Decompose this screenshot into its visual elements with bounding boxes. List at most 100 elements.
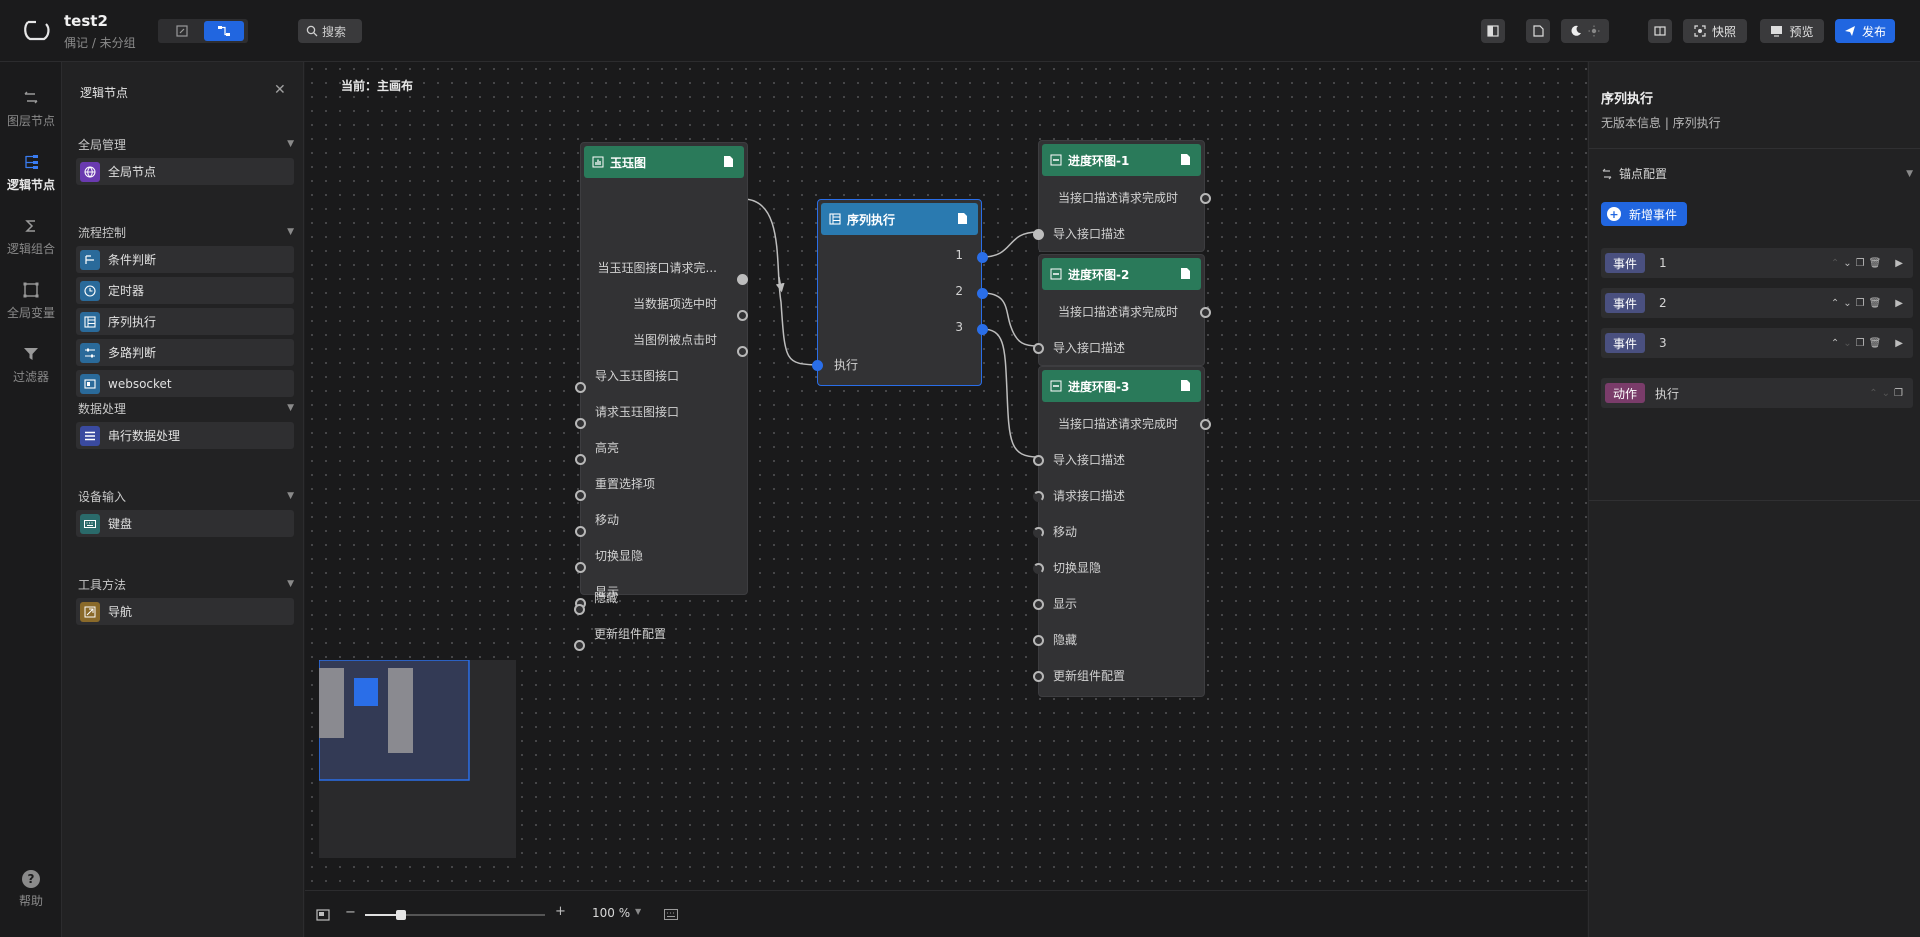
help-button[interactable]: ? 帮助 <box>0 862 62 922</box>
anchor-config-header[interactable]: 锚点配置 ▼ <box>1601 165 1913 182</box>
output-port[interactable] <box>977 288 988 299</box>
minimap[interactable] <box>318 659 516 858</box>
library-item-serial-data[interactable]: 串行数据处理 <box>76 422 294 449</box>
library-item-navigate[interactable]: 导航 <box>76 598 294 625</box>
library-group-header[interactable]: 设备输入 ▼ <box>76 486 294 506</box>
caret-right-icon[interactable]: ▶ <box>1895 298 1903 309</box>
delete-icon[interactable]: 🗑 <box>1869 338 1882 349</box>
document-icon[interactable] <box>1180 267 1191 280</box>
library-group-header[interactable]: 流程控制 ▼ <box>76 222 294 242</box>
node-header[interactable]: 玉珏图 <box>584 146 744 178</box>
input-port[interactable] <box>574 640 585 651</box>
document-icon[interactable] <box>723 155 734 168</box>
input-port[interactable] <box>575 490 586 501</box>
input-port[interactable] <box>1033 491 1044 502</box>
node-header[interactable]: 进度环图-1 <box>1042 144 1201 176</box>
input-port[interactable] <box>575 526 586 537</box>
output-port[interactable] <box>1200 193 1211 204</box>
rail-item-logic-nodes[interactable]: 逻辑节点 <box>0 144 62 204</box>
document-button[interactable] <box>1526 19 1550 43</box>
node-header[interactable]: 序列执行 <box>821 203 978 235</box>
input-port[interactable] <box>1033 563 1044 574</box>
input-port[interactable] <box>1033 527 1044 538</box>
node-header[interactable]: 进度环图-2 <box>1042 258 1201 290</box>
edit-mode-button[interactable] <box>162 21 202 41</box>
library-group-header[interactable]: 数据处理 ▼ <box>76 398 294 418</box>
notes-button[interactable] <box>1648 19 1672 43</box>
move-down-icon[interactable]: ⌄ <box>1843 258 1851 269</box>
logic-mode-button[interactable] <box>204 21 244 41</box>
event-row[interactable]: 事件 2 ⌃ ⌄ ❐ 🗑 ▶ <box>1601 288 1913 318</box>
library-item-condition[interactable]: 条件判断 <box>76 246 294 273</box>
caret-down-icon[interactable]: ▼ <box>635 907 641 916</box>
output-port[interactable] <box>977 324 988 335</box>
add-event-button[interactable]: + 新增事件 <box>1601 202 1688 226</box>
input-port[interactable] <box>1033 455 1044 466</box>
input-port[interactable] <box>1033 229 1044 240</box>
copy-icon[interactable]: ❐ <box>1856 298 1865 309</box>
copy-icon[interactable]: ❐ <box>1856 258 1865 269</box>
move-down-icon[interactable]: ⌄ <box>1882 388 1890 399</box>
node-progress-2[interactable]: 进度环图-2 当接口描述请求完成时 导入接口描述 <box>1033 254 1211 366</box>
delete-icon[interactable]: 🗑 <box>1869 258 1882 269</box>
input-port[interactable] <box>575 562 586 573</box>
input-port[interactable] <box>574 604 585 615</box>
move-up-icon[interactable]: ⌃ <box>1831 338 1839 349</box>
rail-item-logic-combos[interactable]: 逻辑组合 <box>0 208 62 268</box>
keyboard-icon[interactable] <box>664 909 678 920</box>
library-group-header[interactable]: 全局管理 ▼ <box>76 134 294 154</box>
output-port[interactable] <box>737 274 748 285</box>
app-logo-icon[interactable] <box>22 16 52 44</box>
input-port[interactable] <box>575 418 586 429</box>
logic-canvas[interactable]: 当前：主画布 玉珏图 当玉珏图接口请求完... 当数据项选中时 当图例被点击时 … <box>305 62 1587 890</box>
zoom-slider[interactable] <box>365 910 545 920</box>
input-port[interactable] <box>1033 343 1044 354</box>
input-port[interactable] <box>1033 635 1044 646</box>
output-port[interactable] <box>977 252 988 263</box>
output-port[interactable] <box>737 346 748 357</box>
rail-item-filters[interactable]: 过滤器 <box>0 336 62 396</box>
document-icon[interactable] <box>1180 379 1191 392</box>
input-port[interactable] <box>1033 671 1044 682</box>
document-icon[interactable] <box>1180 153 1191 166</box>
library-group-header[interactable]: 工具方法 ▼ <box>76 574 294 594</box>
zoom-slider-handle[interactable] <box>396 910 406 920</box>
move-up-icon[interactable]: ⌃ <box>1831 298 1839 309</box>
preview-button[interactable]: 预览 <box>1760 19 1824 43</box>
node-sequence[interactable]: 序列执行 1 2 3 执行 <box>812 199 988 386</box>
move-up-icon[interactable]: ⌃ <box>1831 258 1839 269</box>
output-port[interactable] <box>737 310 748 321</box>
library-item-timer[interactable]: 定时器 <box>76 277 294 304</box>
move-down-icon[interactable]: ⌄ <box>1843 338 1851 349</box>
move-down-icon[interactable]: ⌄ <box>1843 298 1851 309</box>
caret-right-icon[interactable]: ▶ <box>1895 258 1903 269</box>
search-button[interactable]: 搜索 <box>298 19 362 43</box>
move-up-icon[interactable]: ⌃ <box>1869 388 1877 399</box>
output-port[interactable] <box>1200 307 1211 318</box>
document-icon[interactable]: ❐ <box>1894 388 1903 399</box>
library-item-websocket[interactable]: websocket <box>76 370 294 397</box>
node-progress-1[interactable]: 进度环图-1 当接口描述请求完成时 导入接口描述 <box>1033 140 1211 252</box>
library-item-multi-branch[interactable]: 多路判断 <box>76 339 294 366</box>
input-port[interactable] <box>575 454 586 465</box>
output-port[interactable] <box>1200 419 1211 430</box>
theme-toggle[interactable] <box>1561 19 1609 43</box>
input-port[interactable] <box>575 382 586 393</box>
node-header[interactable]: 进度环图-3 <box>1042 370 1201 402</box>
library-item-global-node[interactable]: 全局节点 <box>76 158 294 185</box>
event-row[interactable]: 事件 1 ⌃ ⌄ ❐ 🗑 ▶ <box>1601 248 1913 278</box>
copy-icon[interactable]: ❐ <box>1856 338 1865 349</box>
rail-item-global-vars[interactable]: 全局变量 <box>0 272 62 332</box>
layout-button[interactable] <box>1481 19 1505 43</box>
input-port[interactable] <box>1033 599 1044 610</box>
input-port[interactable] <box>812 360 823 371</box>
library-item-keyboard[interactable]: 键盘 <box>76 510 294 537</box>
fit-view-icon[interactable] <box>316 909 330 921</box>
zoom-in-button[interactable]: + <box>555 904 566 919</box>
rail-item-layer-nodes[interactable]: 图层节点 <box>0 80 62 140</box>
publish-button[interactable]: 发布 <box>1835 19 1895 43</box>
action-row[interactable]: 动作 执行 ⌃ ⌄ ❐ <box>1601 378 1913 408</box>
close-icon[interactable]: ✕ <box>274 82 286 98</box>
snapshot-button[interactable]: 快照 <box>1683 19 1747 43</box>
node-ring-chart[interactable]: 玉珏图 当玉珏图接口请求完... 当数据项选中时 当图例被点击时 导入玉珏图接口… <box>575 142 748 609</box>
